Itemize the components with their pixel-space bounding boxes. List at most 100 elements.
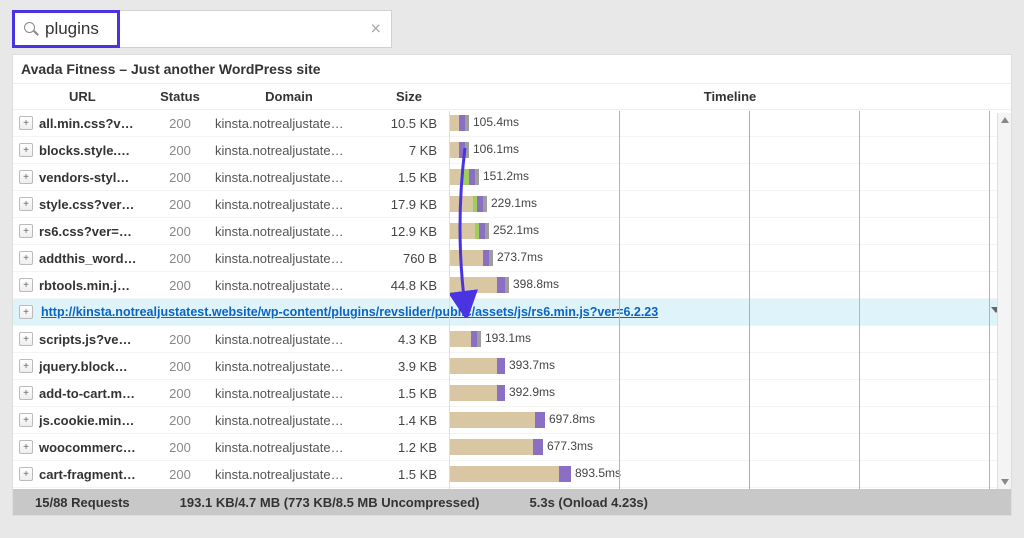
col-timeline[interactable]: Timeline (449, 89, 1011, 104)
expand-icon[interactable]: + (19, 278, 33, 292)
expand-icon[interactable]: + (19, 359, 33, 373)
timing-label: 893.5ms (575, 466, 621, 480)
timeline-cell: 151.2ms (449, 164, 1011, 190)
table-row[interactable]: +cart-fragment…200kinsta.notrealjustate…… (13, 461, 1011, 488)
request-url[interactable]: style.css?ver… (39, 197, 151, 212)
expand-icon[interactable]: + (19, 116, 33, 130)
request-domain: kinsta.notrealjustate… (209, 143, 369, 158)
request-domain: kinsta.notrealjustate… (209, 278, 369, 293)
request-url[interactable]: rs6.css?ver=… (39, 224, 151, 239)
selected-request-url[interactable]: http://kinsta.notrealjustatest.website/w… (39, 305, 658, 319)
request-size: 44.8 KB (369, 278, 449, 293)
expand-icon[interactable]: + (19, 467, 33, 481)
request-size: 4.3 KB (369, 332, 449, 347)
table-row[interactable]: +jquery.block…200kinsta.notrealjustate…3… (13, 353, 1011, 380)
request-domain: kinsta.notrealjustate… (209, 170, 369, 185)
table-row[interactable]: +js.cookie.min…200kinsta.notrealjustate…… (13, 407, 1011, 434)
timeline-cell: 393.7ms (449, 353, 1011, 379)
request-domain: kinsta.notrealjustate… (209, 224, 369, 239)
expand-icon[interactable]: + (19, 224, 33, 238)
expand-icon[interactable]: + (19, 305, 33, 319)
vertical-scrollbar[interactable] (997, 113, 1011, 489)
table-header: URL Status Domain Size Timeline (13, 84, 1011, 110)
request-domain: kinsta.notrealjustate… (209, 197, 369, 212)
col-domain[interactable]: Domain (209, 89, 369, 104)
request-status: 200 (151, 467, 209, 482)
request-url[interactable]: vendors-styl… (39, 170, 151, 185)
timing-label: 105.4ms (473, 115, 519, 129)
scroll-down-icon[interactable] (1001, 479, 1009, 485)
table-row[interactable]: +scripts.js?ve…200kinsta.notrealjustate…… (13, 326, 1011, 353)
timing-label: 398.8ms (513, 277, 559, 291)
timing-label: 392.9ms (509, 385, 555, 399)
search-input-value: plugins (45, 19, 99, 39)
network-panel: Avada Fitness – Just another WordPress s… (12, 54, 1012, 516)
timing-label: 677.3ms (547, 439, 593, 453)
table-row[interactable]: + all.min.css?v…200kinsta.notrealjustate…… (13, 110, 1011, 137)
expand-icon[interactable]: + (19, 332, 33, 346)
request-domain: kinsta.notrealjustate… (209, 359, 369, 374)
request-status: 200 (151, 116, 209, 131)
request-url[interactable]: cart-fragment… (39, 467, 151, 482)
request-size: 1.2 KB (369, 440, 449, 455)
request-status: 200 (151, 440, 209, 455)
expand-icon[interactable]: + (19, 143, 33, 157)
table-row[interactable]: +vendors-styl…200kinsta.notrealjustate…1… (13, 164, 1011, 191)
request-url[interactable]: all.min.css?v… (39, 116, 151, 131)
timing-label: 273.7ms (497, 250, 543, 264)
expand-icon[interactable]: + (19, 440, 33, 454)
timing-label: 229.1ms (491, 196, 537, 210)
load-time: 5.3s (Onload 4.23s) (530, 495, 649, 510)
scroll-up-icon[interactable] (1001, 117, 1009, 123)
timeline-cell: 193.1ms (449, 326, 1011, 352)
expand-icon[interactable]: + (19, 251, 33, 265)
clear-search-icon[interactable]: × (370, 19, 381, 40)
table-row[interactable]: +rs6.css?ver=…200kinsta.notrealjustate…1… (13, 218, 1011, 245)
timeline-cell: 697.8ms (449, 407, 1011, 433)
timeline-cell: 893.5ms (449, 461, 1011, 487)
request-status: 200 (151, 170, 209, 185)
timing-label: 151.2ms (483, 169, 529, 183)
request-size: 10.5 KB (369, 116, 449, 131)
expand-icon[interactable]: + (19, 386, 33, 400)
timing-label: 697.8ms (549, 412, 595, 426)
col-status[interactable]: Status (151, 89, 209, 104)
table-row[interactable]: +rbtools.min.j…200kinsta.notrealjustate…… (13, 272, 1011, 299)
col-url[interactable]: URL (13, 89, 151, 104)
request-url[interactable]: addthis_word… (39, 251, 151, 266)
expand-icon[interactable]: + (19, 170, 33, 184)
table-row[interactable]: +addthis_word…200kinsta.notrealjustate…7… (13, 245, 1011, 272)
page-title: Avada Fitness – Just another WordPress s… (13, 55, 1011, 84)
request-url[interactable]: blocks.style.… (39, 143, 151, 158)
request-domain: kinsta.notrealjustate… (209, 440, 369, 455)
timing-label: 193.1ms (485, 331, 531, 345)
table-row[interactable]: + http://kinsta.notrealjustatest.website/… (13, 299, 1011, 326)
request-url[interactable]: rbtools.min.j… (39, 278, 151, 293)
col-size[interactable]: Size (369, 89, 449, 104)
table-row[interactable]: +style.css?ver…200kinsta.notrealjustate…… (13, 191, 1011, 218)
request-size: 1.5 KB (369, 467, 449, 482)
request-url[interactable]: add-to-cart.m… (39, 386, 151, 401)
request-size: 1.5 KB (369, 170, 449, 185)
table-row[interactable]: + woocommerc…200kinsta.notrealjustate…1.2… (13, 434, 1011, 461)
expand-icon[interactable]: + (19, 197, 33, 211)
timeline-cell: 273.7ms (449, 245, 1011, 271)
request-url[interactable]: jquery.block… (39, 359, 151, 374)
request-domain: kinsta.notrealjustate… (209, 116, 369, 131)
request-domain: kinsta.notrealjustate… (209, 251, 369, 266)
timing-label: 252.1ms (493, 223, 539, 237)
request-url[interactable]: woocommerc… (39, 440, 151, 455)
table-body: +all.min.css?v…200kinsta.notrealjustate…… (13, 110, 1011, 515)
request-size: 760 B (369, 251, 449, 266)
transfer-size: 193.1 KB/4.7 MB (773 KB/8.5 MB Uncompres… (180, 495, 480, 510)
request-status: 200 (151, 143, 209, 158)
expand-icon[interactable]: + (19, 413, 33, 427)
search-box[interactable]: plugins × (12, 10, 392, 48)
table-row[interactable]: + blocks.style.…200kinsta.notrealjustate…… (13, 137, 1011, 164)
timeline-cell: 398.8ms (449, 272, 1011, 298)
table-row[interactable]: +add-to-cart.m…200kinsta.notrealjustate…… (13, 380, 1011, 407)
request-url[interactable]: js.cookie.min… (39, 413, 151, 428)
timeline-cell: 252.1ms (449, 218, 1011, 244)
request-url[interactable]: scripts.js?ve… (39, 332, 151, 347)
request-count: 15/88 Requests (35, 495, 130, 510)
